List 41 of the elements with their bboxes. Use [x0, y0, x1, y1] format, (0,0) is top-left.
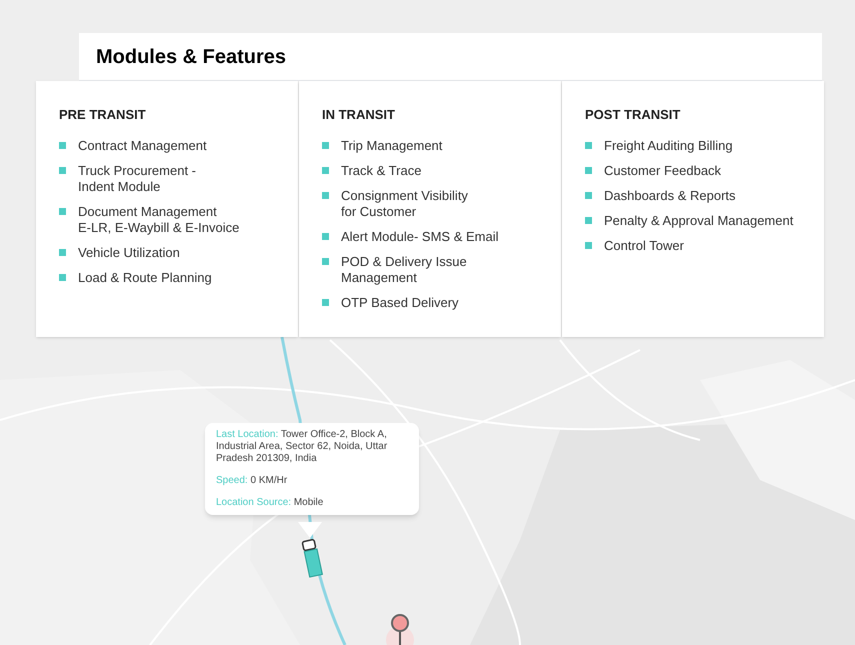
feature-item: Load & Route Planning: [78, 270, 212, 286]
column-heading: PRE TRANSIT: [59, 106, 147, 124]
bullet-icon: [322, 258, 329, 264]
bullet-icon: [585, 242, 592, 248]
feature-item: Contract Management: [78, 138, 207, 154]
popup-field: Speed: 0 KM/Hr: [216, 475, 408, 487]
feature-item: Vehicle Utilization: [78, 244, 180, 260]
feature-item: Alert Module- SMS & Email: [341, 228, 498, 244]
bullet-icon: [322, 298, 329, 306]
bullet-icon: [59, 248, 66, 256]
popup-pointer-icon: [298, 522, 322, 538]
column-heading: POST TRANSIT: [585, 106, 682, 124]
feature-item: Truck Procurement - Indent Module: [78, 162, 196, 194]
bullet-icon: [59, 142, 66, 148]
bullet-icon: [59, 274, 66, 280]
feature-item: Consignment Visibility for Customer: [341, 188, 468, 220]
bullet-icon: [59, 208, 66, 214]
bullet-icon: [322, 142, 329, 148]
feature-item: Track & Trace: [341, 162, 422, 178]
bullet-icon: [322, 232, 329, 240]
bullet-icon: [322, 192, 329, 198]
feature-item: Document Management E-LR, E-Waybill & E-Invoice: [78, 204, 240, 236]
bullet-icon: [585, 216, 592, 224]
section-title: Modules & Features: [96, 44, 286, 70]
column-heading: IN TRANSIT: [322, 106, 396, 124]
popup-field: Location Source: Mobile: [216, 497, 408, 509]
bullet-icon: [585, 166, 592, 174]
feature-item: POD & Delivery Issue Management: [341, 254, 467, 286]
bullet-icon: [59, 166, 66, 174]
feature-item: Trip Management: [341, 138, 442, 154]
feature-item: OTP Based Delivery: [341, 294, 459, 310]
pin-icon: [389, 613, 411, 645]
bullet-icon: [585, 142, 592, 148]
bullet-icon: [322, 166, 329, 174]
feature-item: Control Tower: [604, 238, 684, 254]
feature-item: Customer Feedback: [604, 162, 722, 178]
feature-item: Dashboards & Reports: [604, 188, 736, 204]
bullet-icon: [585, 192, 592, 198]
popup-field: Last Location: Tower Office-2, Block A, Industrial Area, Sector 62, Noida, Uttar Pradesh 201309, India: [216, 429, 408, 465]
feature-item: Penalty & Approval Management: [604, 212, 794, 228]
feature-item: Freight Auditing Billing: [604, 138, 733, 154]
